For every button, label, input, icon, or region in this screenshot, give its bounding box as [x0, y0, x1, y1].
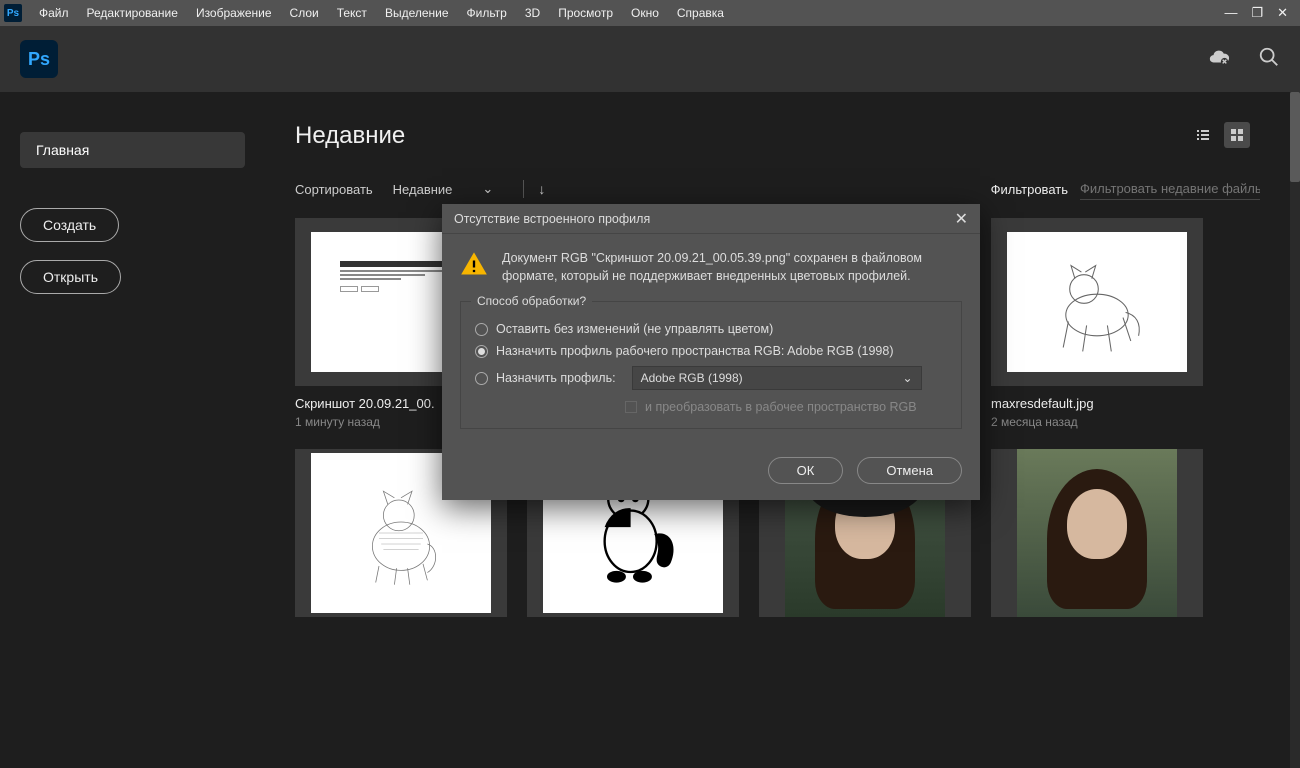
toolbar: Сортировать Недавние ⌄ ↓ Фильтровать	[295, 178, 1260, 200]
menubar: Ps Файл Редактирование Изображение Слои …	[0, 0, 1300, 26]
select-value: Adobe RGB (1998)	[641, 371, 743, 385]
chevron-down-icon: ⌄	[482, 181, 493, 197]
radio-label: Оставить без изменений (не управлять цве…	[496, 322, 773, 336]
menu-view[interactable]: Просмотр	[549, 6, 622, 20]
window-close-icon[interactable]: ✕	[1277, 5, 1288, 21]
window-minimize-icon[interactable]: —	[1224, 5, 1237, 21]
cancel-button[interactable]: Отмена	[857, 457, 962, 484]
radio-icon	[475, 345, 488, 358]
ok-button[interactable]: ОК	[768, 457, 844, 484]
menu-text[interactable]: Текст	[328, 6, 376, 20]
sidebar-home-button[interactable]: Главная	[20, 132, 245, 168]
checkbox-label: и преобразовать в рабочее пространство R…	[645, 400, 917, 414]
checkbox-icon	[625, 401, 637, 413]
menu-filter[interactable]: Фильтр	[458, 6, 516, 20]
create-button[interactable]: Создать	[20, 208, 119, 242]
open-button[interactable]: Открыть	[20, 260, 121, 294]
profile-select[interactable]: Adobe RGB (1998) ⌄	[632, 366, 922, 390]
chevron-down-icon: ⌄	[903, 371, 913, 385]
menu-image[interactable]: Изображение	[187, 6, 281, 20]
search-icon[interactable]	[1258, 46, 1280, 73]
ps-logo-icon: Ps	[20, 40, 58, 78]
radio-assign-working[interactable]: Назначить профиль рабочего пространства …	[475, 344, 947, 358]
app-header: Ps	[0, 26, 1300, 92]
radio-leave-unchanged[interactable]: Оставить без изменений (не управлять цве…	[475, 322, 947, 336]
radio-icon	[475, 372, 488, 385]
fieldset-legend: Способ обработки?	[471, 294, 592, 308]
filter-label: Фильтровать	[991, 182, 1068, 197]
menu-edit[interactable]: Редактирование	[78, 6, 187, 20]
dialog-title-text: Отсутствие встроенного профиля	[454, 212, 650, 226]
menu-3d[interactable]: 3D	[516, 6, 549, 20]
sort-value: Недавние	[393, 182, 453, 197]
thumbnail-icon	[1017, 449, 1177, 617]
convert-checkbox-row[interactable]: и преобразовать в рабочее пространство R…	[625, 400, 947, 414]
processing-fieldset: Способ обработки? Оставить без изменений…	[460, 301, 962, 429]
recent-card[interactable]	[991, 449, 1203, 617]
recent-card[interactable]: maxresdefault.jpg 2 месяца назад	[991, 218, 1203, 429]
dialog-close-icon[interactable]: ✕	[955, 209, 968, 229]
missing-profile-dialog: Отсутствие встроенного профиля ✕ Докумен…	[442, 204, 980, 500]
menu-window[interactable]: Окно	[622, 6, 668, 20]
view-list-icon[interactable]	[1190, 122, 1216, 148]
ps-app-icon: Ps	[4, 4, 22, 22]
menu-select[interactable]: Выделение	[376, 6, 458, 20]
warning-icon	[460, 250, 488, 278]
dialog-message: Документ RGB "Скриншот 20.09.21_00.05.39…	[502, 250, 962, 285]
radio-label: Назначить профиль рабочего пространства …	[496, 344, 894, 358]
filter-input[interactable]	[1080, 178, 1260, 200]
sort-direction-icon[interactable]: ↓	[538, 181, 545, 197]
page-title: Недавние	[295, 122, 1260, 150]
menu-help[interactable]: Справка	[668, 6, 733, 20]
cloud-sync-icon[interactable]	[1208, 46, 1230, 73]
radio-icon	[475, 323, 488, 336]
sort-label: Сортировать	[295, 182, 373, 197]
view-grid-icon[interactable]	[1224, 122, 1250, 148]
divider	[523, 180, 524, 198]
radio-assign-profile[interactable]: Назначить профиль: Adobe RGB (1998) ⌄	[475, 366, 947, 390]
card-title: maxresdefault.jpg	[991, 396, 1203, 411]
sort-dropdown[interactable]: Недавние ⌄	[393, 181, 494, 197]
radio-label: Назначить профиль:	[496, 371, 616, 385]
dialog-titlebar[interactable]: Отсутствие встроенного профиля ✕	[442, 204, 980, 234]
window-restore-icon[interactable]: ❐	[1251, 5, 1263, 21]
sidebar: Главная Создать Открыть	[0, 92, 265, 768]
thumbnail-icon	[1032, 247, 1162, 357]
menu-file[interactable]: Файл	[30, 6, 78, 20]
menu-layers[interactable]: Слои	[281, 6, 328, 20]
card-time: 2 месяца назад	[991, 415, 1203, 429]
